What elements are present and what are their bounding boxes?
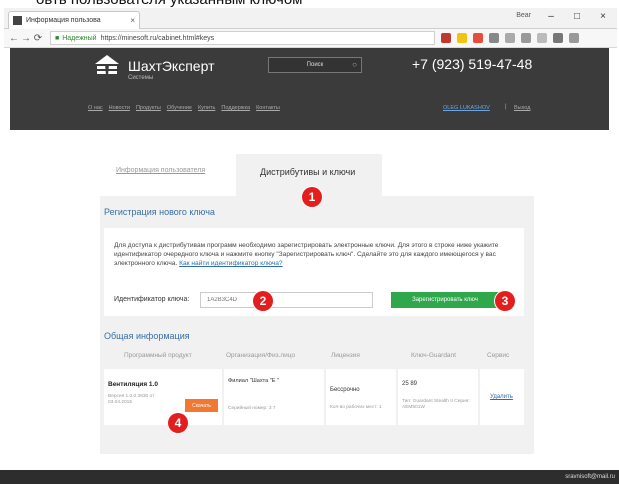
nav-item-about[interactable]: О нас	[88, 105, 103, 111]
search-input[interactable]: Поиск ○	[268, 57, 362, 73]
registration-title: Регистрация нового ключа	[104, 207, 215, 217]
key-id-input[interactable]	[200, 292, 373, 308]
main-nav: О нас Новости Продукты Обучение Купить П…	[88, 105, 280, 111]
caption-text: овть пользователя указанным ключом	[36, 0, 302, 8]
url-field[interactable]: ■ Надежный https://minesoft.ru/cabinet.h…	[50, 31, 435, 45]
tab-distributives-label: Дистрибутивы и ключи	[260, 167, 356, 177]
browser-tab[interactable]: Информация пользова ×	[8, 11, 140, 29]
browser-user-name[interactable]: Bear	[516, 12, 531, 19]
guardant-key-type: Тип: Guardant Stealth II Серия: AEM501W	[402, 399, 470, 410]
footer-email: sravnisoft@mail.ru	[565, 474, 615, 480]
favicon-icon	[13, 16, 22, 25]
logout-link[interactable]: Выход	[514, 105, 530, 111]
column-header-license: Лицензия	[331, 352, 360, 359]
user-profile-link[interactable]: OLEG LUKASHOV	[443, 105, 490, 111]
menu-icon[interactable]	[569, 33, 579, 43]
product-name: Вентиляция 1.0	[108, 381, 158, 388]
annotation-badge-2: 2	[253, 291, 273, 311]
product-version: Версия 1.0.0.3830 от 03.04.2015	[108, 394, 155, 405]
tab-close-icon[interactable]: ×	[130, 16, 135, 25]
tab-title: Информация пользова	[26, 17, 101, 24]
column-header-product: Программный продукт	[124, 352, 192, 359]
extension-icon[interactable]	[505, 33, 515, 43]
extensions-bar	[441, 33, 579, 43]
bottom-bar: sravnisoft@mail.ru	[0, 470, 619, 484]
general-info-title: Общая информация	[104, 331, 190, 341]
license-cell: Бессрочно Кол-во рабочих мест: 1	[326, 369, 396, 425]
column-header-organization: Организация/Физ.лицо	[226, 352, 296, 359]
address-bar: ← → ⟳ ■ Надежный https://minesoft.ru/cab…	[4, 29, 617, 48]
organization-name: Филиал "Шахта "Е "	[228, 378, 280, 384]
back-icon[interactable]: ←	[8, 33, 20, 44]
search-icon[interactable]: ○	[352, 60, 357, 69]
register-key-button[interactable]: Зарегистрировать ключ	[391, 292, 499, 308]
translate-icon[interactable]	[441, 33, 451, 43]
site-header: ШахтЭксперт Системы Поиск ○ +7 (923) 519…	[10, 48, 609, 130]
extension-icon[interactable]	[537, 33, 547, 43]
brand-subtitle: Системы	[128, 75, 154, 81]
annotation-badge-4: 4	[168, 413, 188, 433]
license-term: Бессрочно	[330, 387, 360, 393]
logo-icon[interactable]	[94, 54, 120, 78]
column-header-guardant-key: Ключ-Guardant	[411, 352, 456, 359]
registration-box: Для доступа к дистрибутивам программ нео…	[104, 228, 524, 316]
nav-item-products[interactable]: Продукты	[136, 105, 161, 111]
key-id-label: Идентификатор ключа:	[114, 296, 190, 303]
service-cell: Удалить	[480, 369, 524, 425]
organization-cell: Филиал "Шахта "Е " Серийный номер: 3 7	[224, 369, 324, 425]
extension-icon[interactable]	[473, 33, 483, 43]
maximize-button[interactable]: □	[569, 11, 585, 22]
table-row: Вентиляция 1.0 Версия 1.0.0.3830 от 03.0…	[104, 369, 524, 425]
forward-icon[interactable]: →	[20, 33, 32, 44]
registration-info: Для доступа к дистрибутивам программ нео…	[114, 241, 514, 268]
nav-item-buy[interactable]: Купить	[198, 105, 215, 111]
brand-name[interactable]: ШахтЭксперт	[128, 58, 214, 74]
nav-item-contacts[interactable]: Контакты	[256, 105, 280, 111]
nav-item-training[interactable]: Обучение	[167, 105, 192, 111]
column-header-service: Сервис	[487, 352, 510, 359]
how-to-find-key-link[interactable]: Как найти идентификатор ключа?	[179, 260, 282, 267]
secure-label: Надежный	[62, 34, 97, 42]
minimize-button[interactable]: –	[543, 11, 559, 22]
tab-user-info[interactable]: Информация пользователя	[116, 167, 205, 174]
serial-number: Серийный номер: 3 7	[228, 406, 276, 411]
registration-info-text: Для доступа к дистрибутивам программ нео…	[114, 242, 499, 267]
annotation-badge-1: 1	[302, 187, 322, 207]
extension-icon[interactable]	[553, 33, 563, 43]
extension-icon[interactable]	[521, 33, 531, 43]
annotation-badge-3: 3	[495, 291, 515, 311]
top-caption: овть пользователя указанным ключом	[0, 0, 619, 8]
url-text: https://minesoft.ru/cabinet.html#keys	[100, 34, 215, 42]
extension-icon[interactable]	[489, 33, 499, 43]
phone-number: +7 (923) 519-47-48	[412, 56, 533, 72]
download-button[interactable]: Скачать	[185, 399, 218, 412]
license-seats: Кол-во рабочих мест: 1	[330, 405, 382, 410]
product-cell: Вентиляция 1.0 Версия 1.0.0.3830 от 03.0…	[104, 369, 222, 425]
star-icon[interactable]	[457, 33, 467, 43]
nav-item-news[interactable]: Новости	[109, 105, 130, 111]
reload-icon[interactable]: ⟳	[32, 33, 44, 44]
guardant-key-id: 25 89	[402, 381, 418, 387]
browser-titlebar: Информация пользова × Bear – □ ×	[4, 8, 617, 29]
guardant-key-cell: 25 89 Тип: Guardant Stealth II Серия: AE…	[398, 369, 478, 425]
nav-item-support[interactable]: Поддержка	[221, 105, 250, 111]
delete-key-link[interactable]: Удалить	[490, 394, 513, 400]
lock-icon: ■	[55, 34, 60, 42]
window-close-button[interactable]: ×	[595, 11, 611, 22]
header-separator: |	[505, 104, 507, 110]
search-placeholder: Поиск	[306, 62, 324, 68]
